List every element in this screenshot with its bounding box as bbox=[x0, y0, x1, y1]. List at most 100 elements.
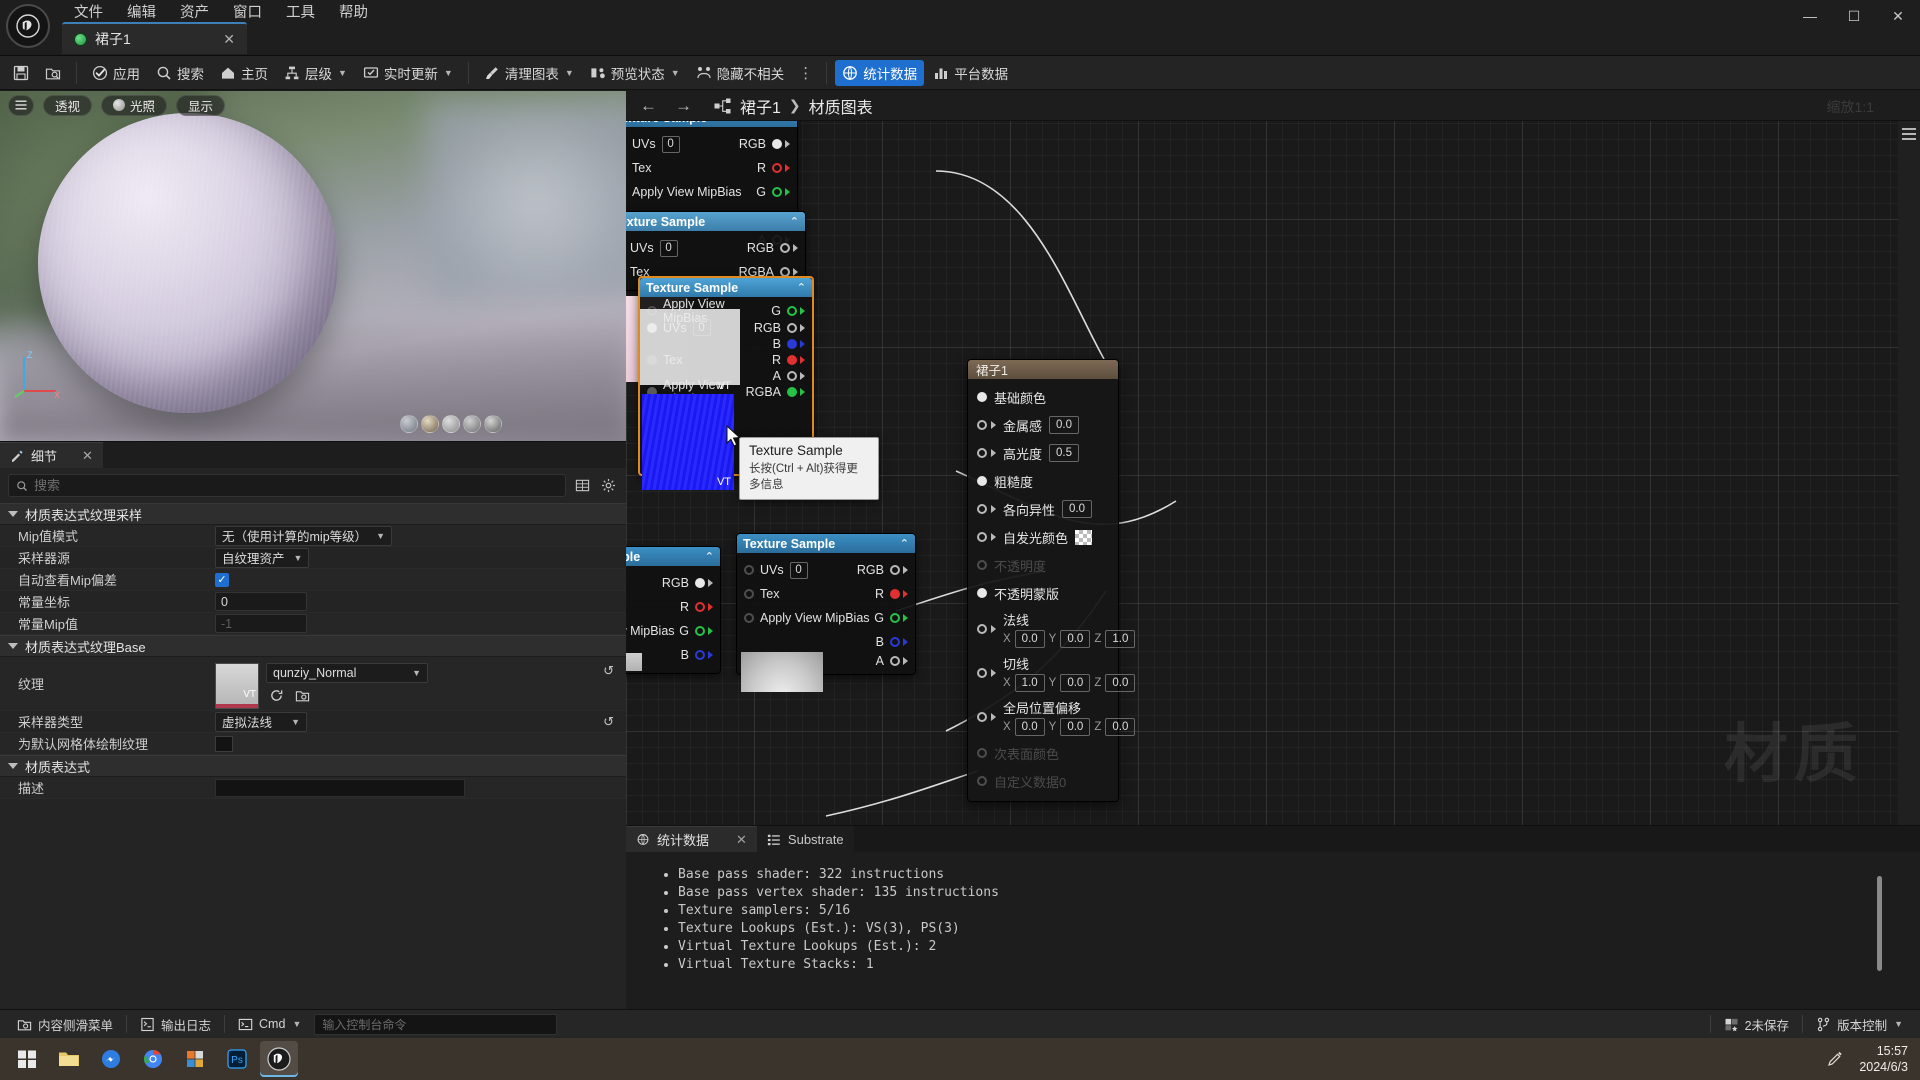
hierarchy-button[interactable]: 层级 ▼ bbox=[277, 60, 354, 86]
pin-input-apply-view-mipbias[interactable]: Apply View MipBias bbox=[626, 185, 742, 199]
pin-output-r[interactable]: R bbox=[772, 353, 805, 367]
taskbar-clock[interactable]: 15:57 2024/6/3 bbox=[1859, 1043, 1908, 1075]
unsaved-changes-button[interactable]: 2未保存 bbox=[1715, 1013, 1798, 1035]
source-control-button[interactable]: 版本控制 ▼ bbox=[1807, 1013, 1912, 1035]
material-input-value[interactable]: 0.0 bbox=[1049, 416, 1080, 434]
details-settings-button[interactable] bbox=[598, 476, 618, 496]
pen-icon[interactable] bbox=[1825, 1049, 1845, 1069]
pin-output-rgba[interactable]: RGBA bbox=[746, 385, 805, 399]
chevron-down-icon[interactable]: ▼ bbox=[338, 68, 347, 78]
chevron-down-icon[interactable]: ▼ bbox=[671, 68, 680, 78]
taskbar-photoshop[interactable]: Ps bbox=[218, 1041, 256, 1077]
viewport-lighting-button[interactable]: 光照 bbox=[101, 94, 168, 116]
material-input-tangent[interactable]: 切线 X 1.0 Y 0.0 Z 0.0 bbox=[968, 651, 1136, 695]
material-input-value[interactable]: 0.0 bbox=[1062, 500, 1093, 518]
texture-asset-dropdown[interactable]: qunziy_Normal ▼ bbox=[266, 662, 428, 683]
preview-state-button[interactable]: 预览状态 ▼ bbox=[583, 60, 687, 86]
sampler-source-dropdown[interactable]: 自纹理资产 ▼ bbox=[215, 547, 310, 568]
browse-to-asset-button[interactable] bbox=[292, 686, 312, 706]
material-node-header[interactable]: 裙子1 bbox=[968, 360, 1118, 379]
material-input-value[interactable]: 0.5 bbox=[1049, 444, 1080, 462]
section-header-texture-base[interactable]: 材质表达式纹理Base bbox=[0, 635, 626, 657]
material-input-specular[interactable]: 高光度 0.5 bbox=[968, 439, 1118, 467]
chevron-down-icon[interactable]: ▼ bbox=[444, 68, 453, 78]
chevron-down-icon[interactable]: ▼ bbox=[292, 1019, 301, 1029]
tangent-z-input[interactable]: 0.0 bbox=[1105, 674, 1136, 692]
pin-output-rgb[interactable]: RGB bbox=[754, 321, 805, 335]
details-grid-view-button[interactable] bbox=[572, 476, 592, 496]
texture-thumbnail[interactable]: VT bbox=[215, 662, 259, 709]
pin-output-a[interactable]: A bbox=[773, 369, 805, 383]
save-button[interactable] bbox=[6, 60, 36, 86]
preview-shape-plane[interactable] bbox=[442, 415, 460, 433]
menu-assets[interactable]: 资产 bbox=[168, 0, 221, 24]
material-input-normal[interactable]: 法线 X 0.0 Y 0.0 Z 1.0 bbox=[968, 607, 1136, 651]
pin-output-g[interactable]: G bbox=[771, 304, 805, 318]
menu-file[interactable]: 文件 bbox=[62, 0, 115, 24]
console-command-input[interactable]: 输入控制台命令 bbox=[314, 1013, 558, 1035]
browse-button[interactable] bbox=[38, 60, 68, 86]
uv-default-value[interactable]: 0 bbox=[661, 135, 680, 153]
node-header[interactable]: Texture Sample ⌃ bbox=[640, 278, 812, 297]
sampler-type-dropdown[interactable]: 虚拟法线 ▼ bbox=[215, 711, 307, 732]
reset-to-default-button[interactable]: ↺ bbox=[603, 663, 618, 679]
graph-right-rail[interactable] bbox=[1898, 121, 1920, 825]
chevron-up-icon[interactable]: ⌃ bbox=[705, 550, 714, 563]
preview-shape-cylinder[interactable] bbox=[400, 415, 418, 433]
tab-details[interactable]: 细节 ✕ bbox=[0, 442, 103, 468]
use-selected-asset-button[interactable] bbox=[266, 686, 286, 706]
live-update-button[interactable]: 实时更新 ▼ bbox=[356, 60, 460, 86]
toolbar-overflow-button[interactable]: ⋮ bbox=[793, 64, 818, 82]
uv-default-value[interactable]: 0 bbox=[659, 239, 678, 257]
taskbar-start-button[interactable] bbox=[8, 1041, 46, 1077]
auto-view-mip-bias-checkbox[interactable]: ✓ bbox=[215, 572, 229, 587]
pin-output-g[interactable]: G bbox=[874, 611, 908, 625]
close-icon[interactable]: ✕ bbox=[219, 31, 239, 48]
reset-to-default-button[interactable]: ↺ bbox=[603, 714, 618, 730]
material-input-anisotropy[interactable]: 各向异性 0.0 bbox=[968, 495, 1118, 523]
material-input-base-color[interactable]: 基础颜色 bbox=[968, 383, 1118, 411]
close-icon[interactable]: ✕ bbox=[736, 832, 747, 848]
node-header[interactable]: Texture Sample ⌃ bbox=[626, 547, 720, 566]
menu-tools[interactable]: 工具 bbox=[274, 0, 327, 24]
chevron-up-icon[interactable]: ⌃ bbox=[797, 281, 806, 294]
menu-window[interactable]: 窗口 bbox=[221, 0, 274, 24]
material-input-opacity-mask[interactable]: 不透明蒙版 bbox=[968, 579, 1118, 607]
asset-tab-qunzi1[interactable]: 裙子1 ✕ bbox=[62, 22, 247, 54]
material-output-node[interactable]: 裙子1 基础颜色 金属感 0.0 高光度 0.5 粗糙度 各向异性 0.0 自发… bbox=[967, 359, 1136, 802]
unreal-logo-icon[interactable] bbox=[6, 4, 50, 48]
pin-input-uvs[interactable]: UVs 0 bbox=[626, 239, 678, 257]
pin-output-g[interactable]: G bbox=[756, 185, 790, 199]
output-log-button[interactable]: 输出日志 bbox=[131, 1013, 220, 1035]
material-input-metallic[interactable]: 金属感 0.0 bbox=[968, 411, 1118, 439]
taskbar-chrome[interactable] bbox=[134, 1041, 172, 1077]
emissive-color-swatch[interactable] bbox=[1075, 529, 1093, 545]
pin-output-rgb[interactable]: RGB bbox=[739, 137, 790, 151]
stats-button[interactable]: 统计数据 bbox=[835, 59, 925, 86]
pin-output-rgb[interactable]: RGB bbox=[747, 241, 798, 255]
clean-graph-button[interactable]: 清理图表 ▼ bbox=[477, 60, 581, 86]
chevron-up-icon[interactable]: ⌃ bbox=[900, 537, 909, 550]
tab-substrate[interactable]: Substrate bbox=[756, 826, 854, 852]
material-input-roughness[interactable]: 粗糙度 bbox=[968, 467, 1118, 495]
description-input[interactable] bbox=[215, 778, 465, 797]
wpo-z-input[interactable]: 0.0 bbox=[1105, 718, 1136, 736]
taskbar-file-explorer[interactable] bbox=[50, 1041, 88, 1077]
pin-output-b[interactable]: B bbox=[681, 648, 713, 662]
wpo-x-input[interactable]: 0.0 bbox=[1014, 718, 1045, 736]
preview-shape-cube[interactable] bbox=[463, 415, 481, 433]
maximize-button[interactable]: ☐ bbox=[1832, 0, 1876, 32]
menu-help[interactable]: 帮助 bbox=[327, 0, 380, 24]
graph-list-icon[interactable] bbox=[1902, 127, 1916, 141]
viewport-perspective-button[interactable]: 透视 bbox=[43, 94, 93, 116]
pin-output-r[interactable]: R bbox=[680, 600, 713, 614]
apply-button[interactable]: 应用 bbox=[85, 60, 147, 86]
menu-edit[interactable]: 编辑 bbox=[115, 0, 168, 24]
pin-output-a[interactable]: A bbox=[876, 654, 908, 668]
hide-unrelated-button[interactable]: 隐藏不相关 bbox=[689, 60, 792, 86]
pin-output-g[interactable]: G bbox=[679, 624, 713, 638]
taskbar-messenger[interactable] bbox=[92, 1041, 130, 1077]
pin-output-rgb[interactable]: RGB bbox=[662, 576, 713, 590]
normal-x-input[interactable]: 0.0 bbox=[1014, 630, 1045, 648]
pin-input-tex[interactable]: Tex bbox=[744, 587, 779, 601]
